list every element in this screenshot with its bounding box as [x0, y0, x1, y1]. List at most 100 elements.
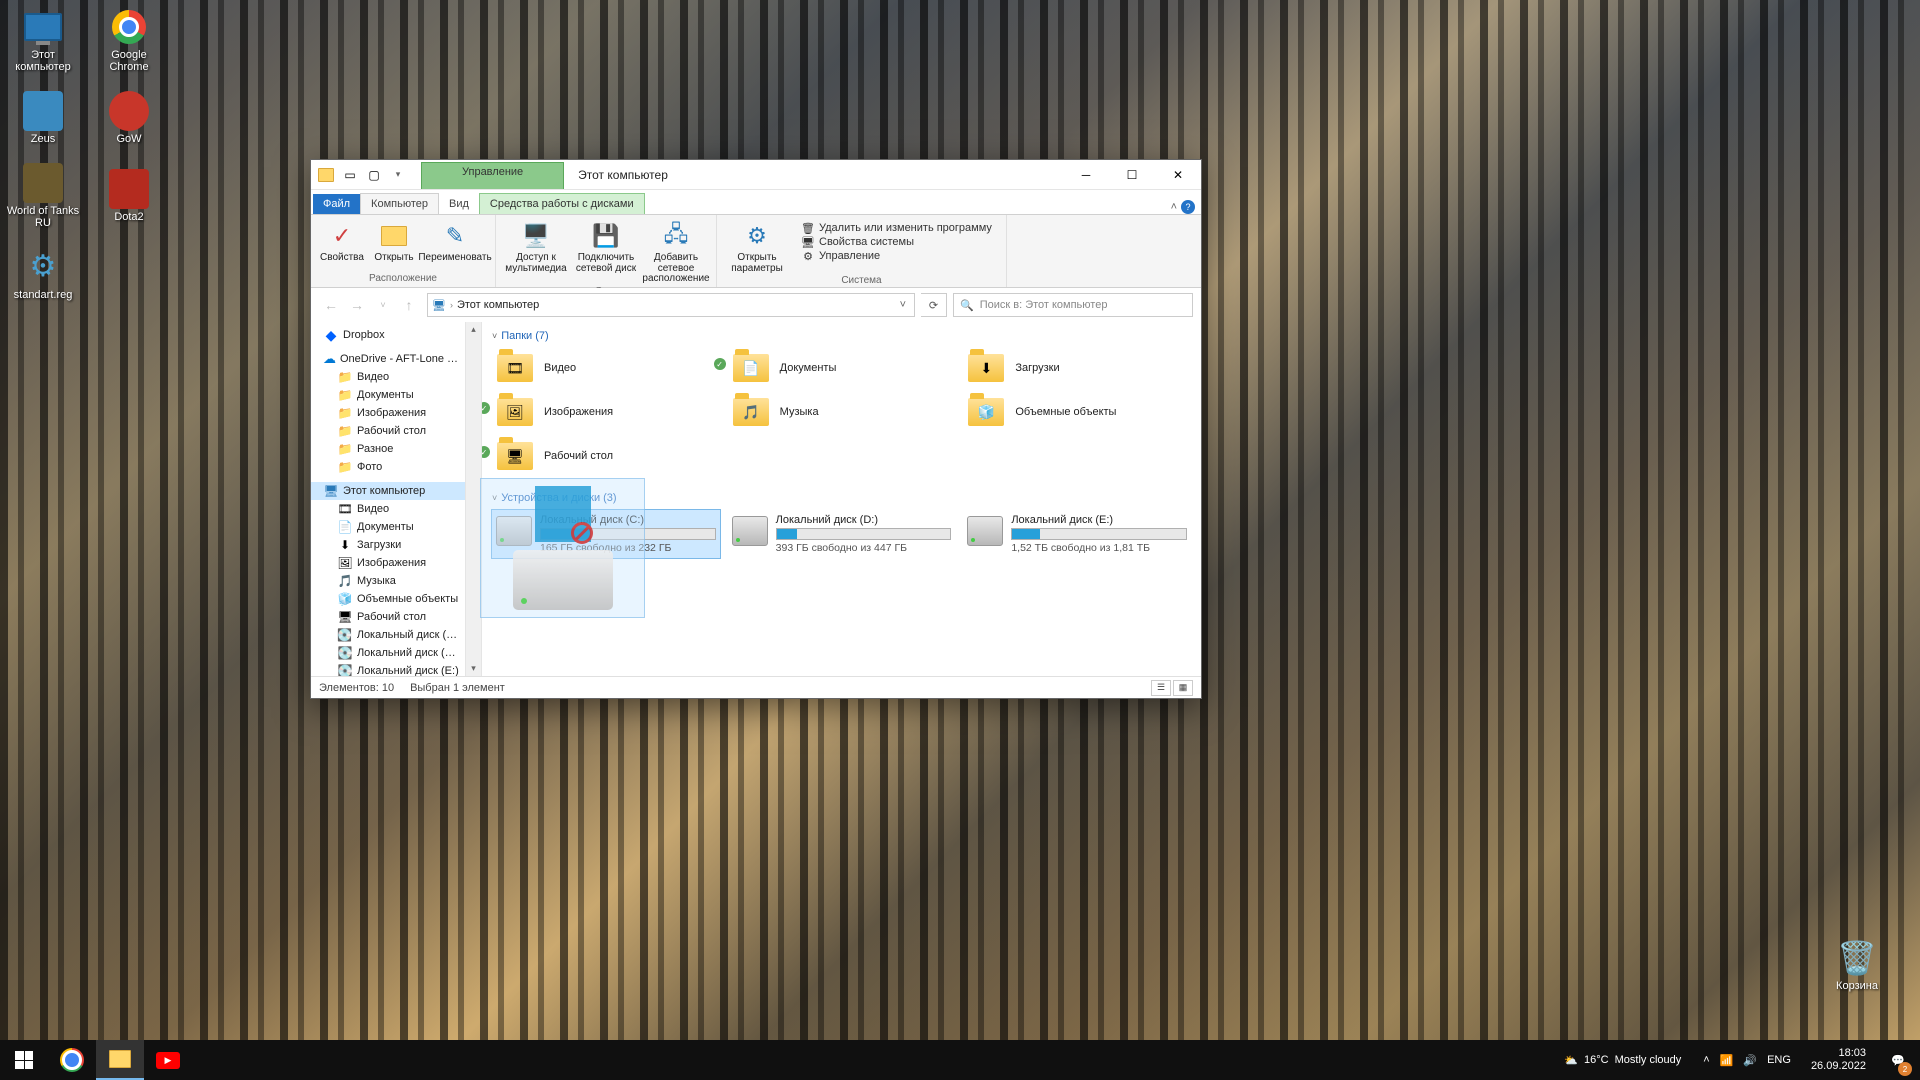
desktop-icon-gow[interactable]: GoW	[91, 83, 167, 153]
taskbar-notifications[interactable]: 💬 2	[1878, 1040, 1918, 1080]
view-details-button[interactable]: ☰	[1151, 680, 1171, 696]
sidebar-item[interactable]: 📄Документы	[311, 518, 465, 536]
tray-volume-icon[interactable]: 🔊	[1743, 1054, 1757, 1067]
sidebar-item-dropbox[interactable]: ◆Dropbox	[311, 326, 465, 344]
folder-item[interactable]: 🎵Музыка	[728, 392, 956, 432]
search-input[interactable]: 🔍 Поиск в: Этот компьютер	[953, 293, 1193, 317]
sidebar-item[interactable]: 📁Фото	[311, 458, 465, 476]
sidebar-item[interactable]: 🧊Объемные объекты	[311, 590, 465, 608]
context-tab-manage[interactable]: Управление	[421, 162, 564, 189]
sidebar-item[interactable]: 📁Изображения	[311, 404, 465, 422]
pc-icon	[24, 13, 62, 41]
folder-icon: 📁	[337, 369, 353, 385]
sidebar-item[interactable]: 📁Документы	[311, 386, 465, 404]
sidebar-item[interactable]: ⬇Загрузки	[311, 536, 465, 554]
qat-dropdown-icon[interactable]: ▾	[387, 164, 409, 186]
ribbon-uninstall[interactable]: 🗑Удалить или изменить программу	[801, 221, 992, 235]
chevron-down-icon: ˅	[492, 493, 497, 503]
tab-view[interactable]: Вид	[439, 194, 479, 214]
address-bar[interactable]: 🖥 › Этот компьютер ˅	[427, 293, 915, 317]
taskbar-weather[interactable]: ⛅ 16°C Mostly cloudy	[1554, 1054, 1691, 1067]
view-tiles-button[interactable]: ▦	[1173, 680, 1193, 696]
sidebar-item[interactable]: 💽Локальный диск (C:)	[311, 626, 465, 644]
close-button[interactable]: ✕	[1155, 160, 1201, 189]
nav-forward[interactable]: →	[345, 293, 369, 317]
ribbon-manage[interactable]: ⚙Управление	[801, 249, 992, 263]
sidebar-item[interactable]: 🖼Изображения	[311, 554, 465, 572]
drive-item[interactable]: Локальний диск (E:)1,52 ТБ свободно из 1…	[963, 510, 1191, 558]
nav-recent[interactable]: ˅	[371, 293, 395, 317]
tab-file[interactable]: Файл	[313, 194, 360, 214]
help-icon[interactable]: ?	[1181, 200, 1195, 214]
nav-up[interactable]: ↑	[397, 293, 421, 317]
nav-back[interactable]: ←	[319, 293, 343, 317]
tab-computer[interactable]: Компьютер	[360, 193, 439, 214]
taskbar-youtube[interactable]: ▶	[144, 1040, 192, 1080]
scroll-up-icon[interactable]: ▴	[471, 324, 476, 335]
folder-item[interactable]: ✓📄Документы	[728, 348, 956, 388]
drive-item[interactable]: Локальний диск (D:) 393 ГБ свободно из 44…	[728, 510, 956, 558]
sidebar-item[interactable]: 🎞Видео	[311, 500, 465, 518]
ribbon-system-props[interactable]: 🖥Свойства системы	[801, 235, 992, 249]
desktop-icon-recycle-bin[interactable]: 🗑️ Корзина	[1819, 930, 1895, 1000]
breadcrumb[interactable]: Этот компьютер	[457, 299, 539, 311]
sidebar-item[interactable]: 📁Видео	[311, 368, 465, 386]
downloads-icon: ⬇	[337, 537, 353, 553]
folder-item[interactable]: ⬇Загрузки	[963, 348, 1191, 388]
refresh-button[interactable]: ⟳	[921, 293, 947, 317]
desktop-icon-zeus[interactable]: Zeus	[5, 83, 81, 153]
taskbar: ▶ ⛅ 16°C Mostly cloudy ˄ 📶 🔊 ENG 18:03 2…	[0, 1040, 1920, 1080]
drive-free-text: 393 ГБ свободно из 447 ГБ	[776, 542, 952, 554]
qat-properties-icon[interactable]: ▭	[339, 164, 361, 186]
nav-pane[interactable]: ◆Dropbox ☁OneDrive - AFT-Lone Star Colle…	[311, 322, 466, 676]
documents-icon: 📄	[337, 519, 353, 535]
tray-language[interactable]: ENG	[1767, 1054, 1791, 1066]
ribbon-properties[interactable]: ✓ Свойства	[317, 217, 367, 264]
drive-name: Локальний диск (E:)	[1011, 514, 1187, 526]
titlebar[interactable]: ▭ ▢ ▾ Управление Этот компьютер ─ ☐ ✕	[311, 160, 1201, 190]
folder-item[interactable]: 🧊Объемные объекты	[963, 392, 1191, 432]
group-drives[interactable]: ˅Устройства и диски (3)	[492, 490, 1191, 506]
settings-icon: ⚙	[741, 220, 773, 252]
folder-item[interactable]: ✓🖥Рабочий стол	[492, 436, 720, 476]
group-folders[interactable]: ˅Папки (7)	[492, 328, 1191, 344]
address-dropdown-icon[interactable]: ˅	[896, 299, 910, 311]
drive-item[interactable]: Локальный диск (C:)165 ГБ свободно из 23…	[492, 510, 720, 558]
tray-network-icon[interactable]: 📶	[1720, 1054, 1734, 1067]
sidebar-item[interactable]: 🎵Музыка	[311, 572, 465, 590]
sidebar-item[interactable]: 💽Локальний диск (E:)	[311, 662, 465, 676]
tab-drive-tools[interactable]: Средства работы с дисками	[479, 193, 645, 214]
sidebar-item-onedrive[interactable]: ☁OneDrive - AFT-Lone Star Colle	[311, 350, 465, 368]
sidebar-item[interactable]: 💽Локальний диск (D:)	[311, 644, 465, 662]
desktop-icon-wot[interactable]: World of Tanks RU	[5, 161, 81, 231]
taskbar-chrome[interactable]	[48, 1040, 96, 1080]
desktop-icon-this-pc[interactable]: Этот компьютер	[5, 5, 81, 75]
ribbon-media-access[interactable]: 🖥️ Доступ к мультимедиа	[502, 217, 570, 274]
ribbon-open-settings[interactable]: ⚙ Открыть параметры	[723, 217, 791, 274]
ribbon-add-network[interactable]: 🖧 Добавить сетевое расположение	[642, 217, 710, 285]
sidebar-item-this-pc[interactable]: 🖥Этот компьютер	[311, 482, 465, 500]
folder-item[interactable]: ✓🖼Изображения	[492, 392, 720, 432]
ribbon-map-drive[interactable]: 💾 Подключить сетевой диск	[572, 217, 640, 274]
maximize-button[interactable]: ☐	[1109, 160, 1155, 189]
sidebar-item[interactable]: 🖥Рабочий стол	[311, 608, 465, 626]
desktop-icon-dota2[interactable]: Dota2	[91, 161, 167, 231]
minimize-button[interactable]: ─	[1063, 160, 1109, 189]
start-button[interactable]	[0, 1040, 48, 1080]
sidebar-item[interactable]: 📁Разное	[311, 440, 465, 458]
drive-name: Локальний диск (D:)	[776, 514, 952, 526]
folder-item[interactable]: 🎞Видео	[492, 348, 720, 388]
sidebar-scrollbar[interactable]: ▴ ▾	[466, 322, 482, 676]
ribbon-rename[interactable]: ✎ Переименовать	[421, 217, 489, 264]
qat-new-folder-icon[interactable]: ▢	[363, 164, 385, 186]
scroll-down-icon[interactable]: ▾	[471, 663, 476, 674]
sidebar-item[interactable]: 📁Рабочий стол	[311, 422, 465, 440]
ribbon-collapse-icon[interactable]: ˄	[1171, 201, 1177, 213]
content-pane[interactable]: ˅Папки (7) 🎞Видео✓📄Документы⬇Загрузки ✓🖼И…	[482, 322, 1201, 676]
ribbon-open[interactable]: Открыть	[369, 217, 419, 264]
taskbar-clock[interactable]: 18:03 26.09.2022	[1803, 1047, 1874, 1073]
desktop-icon-reg[interactable]: ⚙ standart.reg	[5, 239, 81, 309]
taskbar-explorer[interactable]	[96, 1040, 144, 1080]
desktop-icon-chrome[interactable]: Google Chrome	[91, 5, 167, 75]
tray-overflow-icon[interactable]: ˄	[1703, 1054, 1709, 1066]
